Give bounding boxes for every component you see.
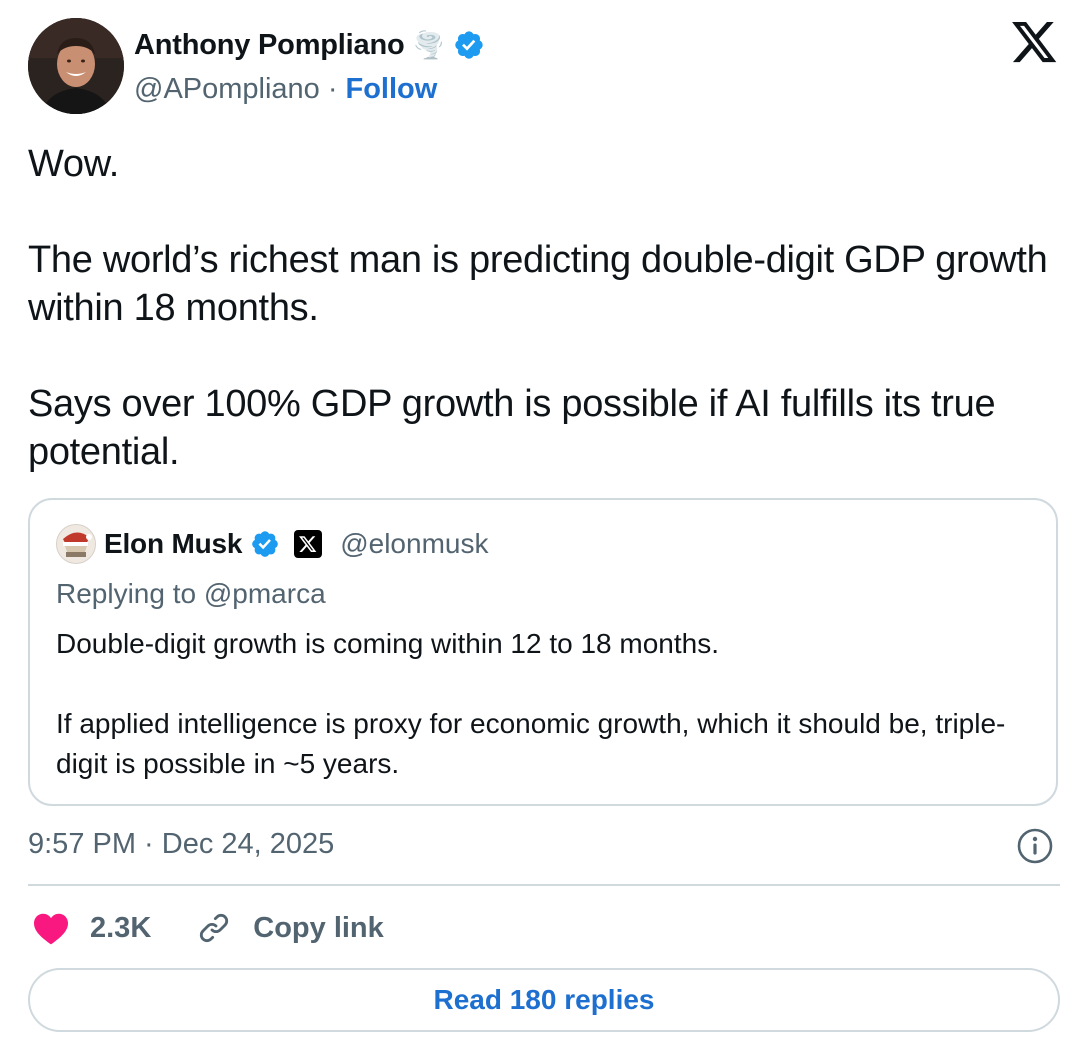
tweet-timestamp[interactable]: 9:57 PM · Dec 24, 2025 xyxy=(28,828,334,861)
tweet-paragraph-1: Wow. xyxy=(28,143,120,185)
copy-link-label: Copy link xyxy=(253,911,384,944)
author-handle[interactable]: @APompliano xyxy=(134,73,320,106)
quoted-paragraph-2: If applied intelligence is proxy for eco… xyxy=(56,708,1006,779)
quoted-author-avatar xyxy=(56,524,96,564)
verified-badge-icon xyxy=(453,29,485,61)
heart-icon xyxy=(32,911,70,945)
tweet-text: Wow. The world’s richest man is predicti… xyxy=(28,140,1068,476)
verified-badge-icon xyxy=(250,529,280,559)
author-avatar[interactable] xyxy=(28,18,124,114)
like-button[interactable]: 2.3K xyxy=(32,911,151,945)
handle-row: @APompliano · Follow xyxy=(134,70,437,108)
quoted-author-name: Elon Musk xyxy=(104,528,243,559)
like-count: 2.3K xyxy=(90,911,152,944)
author-name-row: Anthony Pompliano 🌪️ xyxy=(134,26,485,64)
info-icon[interactable] xyxy=(1016,827,1054,865)
quoted-tweet[interactable]: Elon Musk @elonmusk Replying to @pmarca … xyxy=(28,498,1058,806)
follow-link[interactable]: Follow xyxy=(345,73,437,106)
tweet-paragraph-3: Says over 100% GDP growth is possible if… xyxy=(28,383,996,473)
embedded-tweet-card: Anthony Pompliano 🌪️ @APompliano · Follo… xyxy=(0,0,1088,1048)
x-affiliation-icon xyxy=(294,530,323,558)
quoted-replying-to: Replying to @pmarca xyxy=(56,578,326,609)
divider xyxy=(28,884,1060,886)
tweet-paragraph-2: The world’s richest man is predicting do… xyxy=(28,239,1048,329)
quoted-header: Elon Musk @elonmusk xyxy=(104,524,488,564)
handle-separator: · xyxy=(327,72,338,105)
read-replies-button[interactable]: Read 180 replies xyxy=(28,968,1060,1032)
link-icon xyxy=(197,911,231,945)
tornado-emoji: 🌪️ xyxy=(412,30,445,60)
quoted-paragraph-1: Double-digit growth is coming within 12 … xyxy=(56,628,720,659)
quoted-tweet-text: Double-digit growth is coming within 12 … xyxy=(56,624,1046,784)
copy-link-button[interactable]: Copy link xyxy=(197,911,384,945)
x-logo-icon[interactable] xyxy=(1012,22,1058,64)
action-bar: 2.3K Copy link xyxy=(32,906,384,950)
author-name[interactable]: Anthony Pompliano xyxy=(134,29,405,62)
quoted-author-handle: @elonmusk xyxy=(340,528,489,559)
